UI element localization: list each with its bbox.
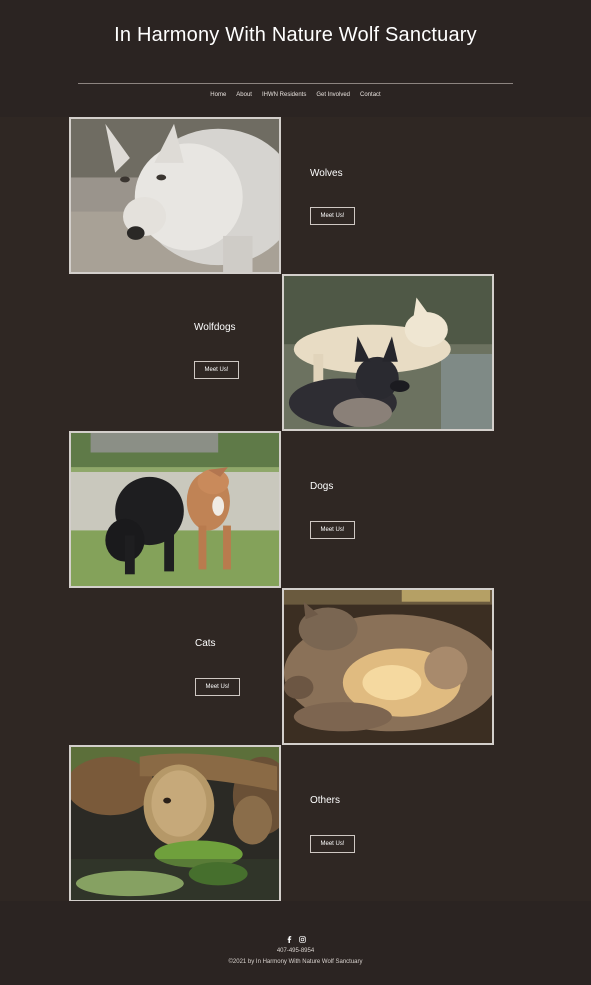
nav-item-contact[interactable]: Contact [360,92,382,98]
nav-item-home[interactable]: Home [210,92,227,98]
meet-others-button[interactable]: Meet Us! [310,835,355,853]
section-title-wolfdogs: Wolfdogs [194,322,236,333]
site-footer: 407-495-8954 ©2021 by In Harmony With Na… [0,901,591,985]
instagram-icon[interactable] [298,930,306,943]
meet-cats-button[interactable]: Meet Us! [195,678,240,696]
social-links [0,930,591,943]
phone-number[interactable]: 407-495-8954 [0,948,591,954]
section-title-others: Others [310,795,341,806]
wolfdogs-photo[interactable] [282,274,494,431]
site-header: In Harmony With Nature Wolf Sanctuary Ho… [0,0,591,117]
nav-item-residents[interactable]: IHWN Residents [261,92,306,98]
section-title-wolves: Wolves [310,168,343,179]
meet-wolfdogs-button[interactable]: Meet Us! [194,361,239,379]
nav-item-about[interactable]: About [236,92,253,98]
header-divider [78,83,513,84]
residents-gallery: Wolves Meet Us! Wolfdogs Meet Us! Dogs M… [0,117,591,902]
white-wolf-photo[interactable] [69,117,281,274]
tortoise-photo[interactable] [69,745,281,902]
dogs-photo[interactable] [69,431,281,588]
main-nav: Home About IHWN Residents Get Involved C… [0,92,591,98]
cat-photo[interactable] [282,588,494,745]
section-title-cats: Cats [195,638,216,649]
meet-dogs-button[interactable]: Meet Us! [310,521,355,539]
section-title-dogs: Dogs [310,481,334,492]
site-title[interactable]: In Harmony With Nature Wolf Sanctuary [0,24,591,47]
meet-wolves-button[interactable]: Meet Us! [310,207,355,225]
nav-item-get-involved[interactable]: Get Involved [316,92,351,98]
facebook-icon[interactable] [286,930,293,943]
copyright-text: ©2021 by In Harmony With Nature Wolf San… [228,959,363,965]
